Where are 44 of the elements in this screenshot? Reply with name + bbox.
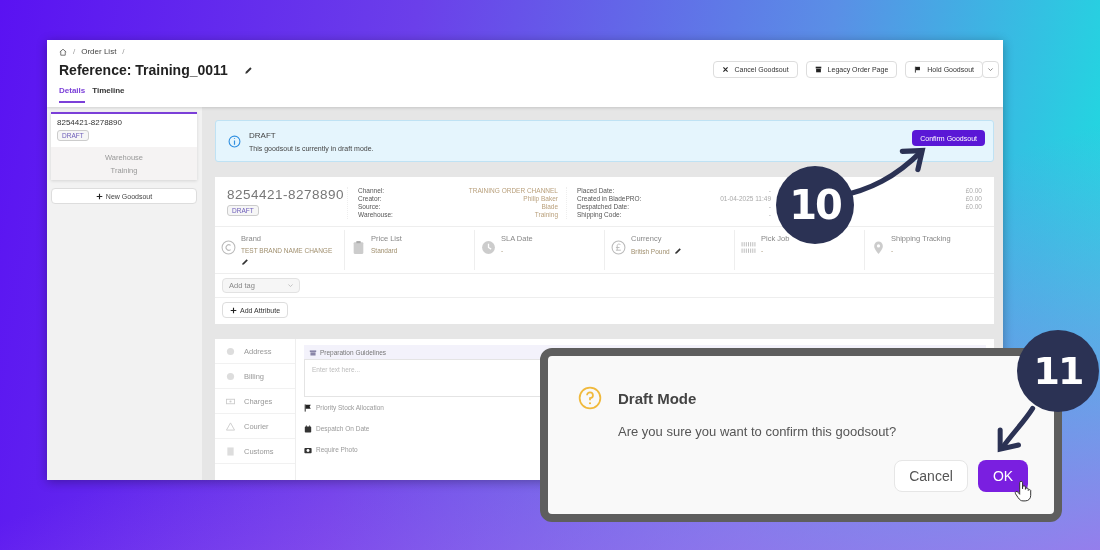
tab[interactable]: Details [59,86,86,103]
box-icon [814,66,822,73]
camera-icon [304,445,312,454]
order-number: 8254421-8278890 [227,187,345,202]
clipboard-icon [351,240,366,255]
home-icon[interactable] [59,47,67,56]
ok-button[interactable]: OK [978,460,1028,492]
pound-icon [611,240,626,255]
caret-icon [287,282,294,289]
globe-icon [226,346,235,356]
barcode-icon [741,240,756,255]
warning-icon [226,421,235,431]
order-number: 8254421-8278890 [57,118,122,127]
flag-icon [304,403,312,412]
clock-icon [481,240,496,255]
pencil-icon[interactable] [241,258,249,266]
page-title: Reference: Training_0011 [59,62,228,78]
hand-cursor-icon [1014,480,1032,502]
info-icon [228,134,241,148]
pencil-icon[interactable] [673,247,682,255]
gift-icon [309,348,317,356]
location-pin-icon [871,240,886,255]
document-icon [226,446,235,456]
alert-title: DRAFT [249,130,277,140]
banknote-icon [226,396,235,406]
cancel-button[interactable]: Cancel [894,460,968,492]
flag-icon [914,66,922,73]
dialog-message: Are you sure you want to confirm this goodsout? [618,424,898,439]
caret-icon [987,66,994,73]
plus-icon [95,192,103,200]
plus-icon [230,306,237,314]
pointer-arrow [995,405,1037,455]
close-icon [721,66,729,73]
copyright-icon [221,240,236,255]
globe-icon [226,371,235,381]
breadcrumb-separator: / [121,47,126,56]
step-badge: 11 [1017,330,1099,412]
dialog-title: Draft Mode [618,389,697,407]
question-icon [578,386,602,410]
breadcrumb-link[interactable]: Order List [81,47,117,56]
tab[interactable]: Timeline [92,86,125,103]
calendar-icon [304,424,312,433]
breadcrumb-separator: / [72,47,77,56]
pencil-icon[interactable] [243,65,253,75]
